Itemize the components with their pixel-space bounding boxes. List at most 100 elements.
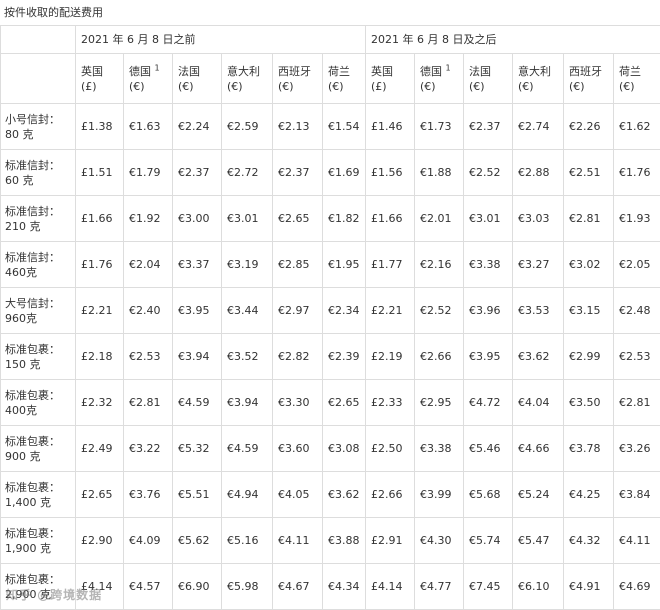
country-label: 荷兰 [328,65,350,78]
size-tier: 标准信封： [5,250,75,265]
fee-cell-before: €3.76 [124,472,173,518]
size-tier: 标准信封： [5,204,75,219]
weight-limit: 960克 [5,311,75,326]
fee-cell-before: €2.85 [273,242,323,288]
fee-cell-before: £2.49 [76,426,124,472]
fee-cell-before: €5.16 [222,518,273,564]
fee-cell-before: €5.32 [173,426,222,472]
fee-cell-before: €4.34 [323,564,366,610]
size-tier: 标准包裹： [5,526,75,541]
fee-cell-after: £1.46 [366,104,415,150]
country-header-after: 荷兰(€) [614,54,660,104]
country-name: 西班牙 [569,64,613,79]
fee-table: 2021 年 6 月 8 日之前 2021 年 6 月 8 日及之后 英国 (£)… [0,25,660,610]
currency-unit: (€) [178,79,221,94]
fee-cell-before: €5.62 [173,518,222,564]
fee-cell-before: €2.37 [273,150,323,196]
fee-cell-before: €4.67 [273,564,323,610]
fee-cell-after: €4.72 [464,380,513,426]
fee-cell-before: €2.13 [273,104,323,150]
fee-cell-after: €2.48 [614,288,660,334]
fee-cell-before: €4.57 [124,564,173,610]
fee-cell-after: €3.95 [464,334,513,380]
fee-cell-before: €2.82 [273,334,323,380]
row-label: 标准信封：210 克 [1,196,76,242]
country-header-before: 意大利(€) [222,54,273,104]
fee-cell-before: €4.59 [173,380,222,426]
country-name: 意大利 [518,64,563,79]
fee-cell-before: €5.98 [222,564,273,610]
fee-cell-after: £2.33 [366,380,415,426]
fee-cell-after: €3.03 [513,196,564,242]
footnote-marker[interactable]: 1 [155,63,160,72]
fee-cell-after: €2.26 [564,104,614,150]
currency-unit: (€) [129,79,172,94]
country-name: 英国 [371,64,414,79]
fee-cell-after: €4.25 [564,472,614,518]
country-header-after: 德国 1(€) [415,54,464,104]
row-label: 标准包裹：150 克 [1,334,76,380]
fee-cell-after: €4.04 [513,380,564,426]
table-row: 标准信封：60 克£1.51€1.79€2.37€2.72€2.37€1.69£… [1,150,660,196]
table-row: 标准包裹：400克£2.32€2.81€4.59€3.94€3.30€2.65£… [1,380,660,426]
watermark: 知乎 @跨境数据 [6,586,102,603]
fee-cell-after: €1.73 [415,104,464,150]
fee-cell-after: £1.77 [366,242,415,288]
size-tier: 标准包裹： [5,342,75,357]
country-label: 西班牙 [569,65,602,78]
fee-cell-after: €2.53 [614,334,660,380]
table-row: 标准包裹：1,400 克£2.65€3.76€5.51€4.94€4.05€3.… [1,472,660,518]
country-header-after: 意大利(€) [513,54,564,104]
fee-cell-after: €2.52 [415,288,464,334]
row-label: 标准包裹：1,900 克 [1,518,76,564]
fee-cell-after: €6.10 [513,564,564,610]
fee-cell-before: £2.32 [76,380,124,426]
fee-cell-after: €4.91 [564,564,614,610]
fee-cell-after: €2.95 [415,380,464,426]
fee-cell-after: €3.27 [513,242,564,288]
fee-cell-after: €3.02 [564,242,614,288]
country-header-after: 法国(€) [464,54,513,104]
footnote-marker[interactable]: 1 [446,63,451,72]
fee-cell-after: €5.24 [513,472,564,518]
fee-cell-after: £1.56 [366,150,415,196]
fee-cell-before: €1.95 [323,242,366,288]
fee-cell-after: €4.30 [415,518,464,564]
country-label: 意大利 [227,65,260,78]
corner-cell [1,26,76,54]
fee-cell-after: €2.81 [564,196,614,242]
header-before: 2021 年 6 月 8 日之前 [76,26,366,54]
country-label: 法国 [469,65,491,78]
fee-cell-before: €1.82 [323,196,366,242]
fee-cell-before: €4.59 [222,426,273,472]
weight-limit: 1,900 克 [5,541,75,556]
weight-limit: 900 克 [5,449,75,464]
fee-cell-after: €2.66 [415,334,464,380]
corner-cell-2 [1,54,76,104]
fee-cell-before: €3.08 [323,426,366,472]
fee-cell-before: £1.66 [76,196,124,242]
fee-cell-before: €1.54 [323,104,366,150]
weight-limit: 460克 [5,265,75,280]
country-header-before: 西班牙(€) [273,54,323,104]
fee-cell-before: €1.79 [124,150,173,196]
fee-cell-after: €5.74 [464,518,513,564]
currency-unit: (€) [227,79,272,94]
fee-cell-before: €1.92 [124,196,173,242]
country-name: 德国 1 [129,64,172,79]
fee-cell-before: €2.04 [124,242,173,288]
fee-cell-after: €3.50 [564,380,614,426]
header-after: 2021 年 6 月 8 日及之后 [366,26,660,54]
fee-cell-after: €7.45 [464,564,513,610]
fee-cell-after: €2.05 [614,242,660,288]
fee-cell-before: €1.63 [124,104,173,150]
fee-cell-before: €2.40 [124,288,173,334]
fee-cell-before: £2.18 [76,334,124,380]
fee-cell-after: €2.99 [564,334,614,380]
currency-unit: (£) [81,79,123,94]
fee-cell-after: €3.99 [415,472,464,518]
fee-cell-after: £2.21 [366,288,415,334]
country-header-before: 法国(€) [173,54,222,104]
fee-cell-after: €2.52 [464,150,513,196]
fee-cell-after: £2.66 [366,472,415,518]
